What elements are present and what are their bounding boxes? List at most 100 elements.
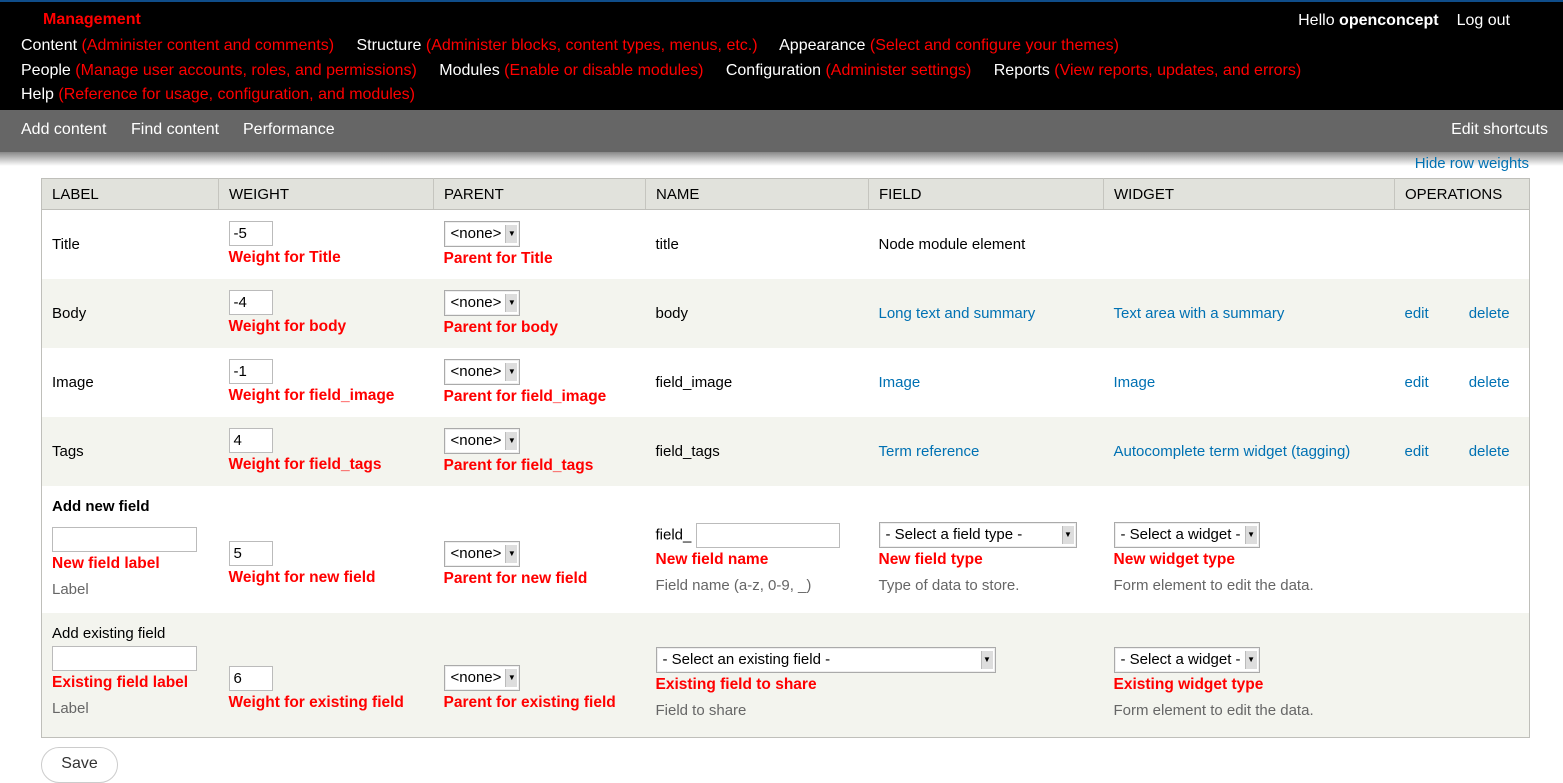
save-button[interactable]: Save <box>41 747 118 783</box>
admin-toolbar: Management Hello openconcept Log out Cont… <box>0 0 1563 110</box>
menu-configuration[interactable]: Configuration (Administer settings) <box>726 62 971 79</box>
parent-select[interactable]: <none> ▼ <box>443 289 521 316</box>
field-type-link[interactable]: Long text and summary <box>879 305 1036 322</box>
col-name: Name <box>645 178 869 210</box>
select-value: <none> <box>450 431 502 449</box>
existing-widget-hint: Form element to edit the data. <box>1113 701 1314 719</box>
existing-parent-label: Parent for existing field <box>443 694 616 712</box>
parent-select[interactable]: <none> ▼ <box>443 358 521 385</box>
greeting: Hello <box>1298 12 1335 29</box>
new-field-name-hint: Field name (a-z, 0-9, _) <box>655 576 812 594</box>
menu-appearance[interactable]: Appearance (Select and configure your th… <box>779 37 1119 54</box>
new-weight-input[interactable]: 5 <box>228 541 273 566</box>
user-menu: Hello openconcept Log out <box>1298 12 1510 30</box>
menu-label: Configuration <box>725 62 822 79</box>
row-field: Node module element <box>868 209 1104 279</box>
shortcut-find-content[interactable]: Find content <box>131 121 219 139</box>
existing-weight-input[interactable]: 6 <box>228 665 273 691</box>
widget-link[interactable]: Autocomplete term widget (tagging) <box>1114 443 1351 460</box>
new-field-label-hint: Label <box>52 580 89 598</box>
shortcut-performance[interactable]: Performance <box>243 121 335 139</box>
row-label: Body <box>41 278 219 348</box>
row-name: body <box>645 278 869 348</box>
management-title: Management <box>43 11 141 28</box>
menu-desc: (Administer blocks, content types, menus… <box>425 37 758 54</box>
edit-link[interactable]: edit <box>1405 305 1429 322</box>
existing-field-label-input[interactable] <box>52 645 197 671</box>
parent-select[interactable]: <none> ▼ <box>443 427 521 454</box>
new-field-label-input[interactable] <box>52 526 197 552</box>
new-weight-label: Weight for new field <box>228 569 376 586</box>
existing-field-select[interactable]: - Select an existing field - ▼ <box>655 646 996 673</box>
menu-content[interactable]: Content (Administer content and comments… <box>21 37 334 54</box>
row-label: Title <box>41 209 219 279</box>
menu-structure[interactable]: Structure (Administer blocks, content ty… <box>357 37 758 54</box>
weight-label: Weight for field_tags <box>228 456 382 473</box>
menu-help[interactable]: Help (Reference for usage, configuration… <box>21 86 415 103</box>
menu-label: Reports <box>993 62 1050 79</box>
username-link[interactable]: openconcept <box>1339 12 1439 29</box>
dropdown-arrow-icon: ▼ <box>505 544 518 563</box>
weight-label: Weight for field_image <box>228 387 395 404</box>
table-header: Label Weight Parent Name Field Widget Op… <box>41 178 1530 210</box>
new-parent-select[interactable]: <none> ▼ <box>443 540 521 567</box>
fields-table: Label Weight Parent Name Field Widget Op… <box>41 178 1530 738</box>
add-new-field-row: Add new field New field label Label 5 Weigh… <box>41 485 1530 613</box>
existing-field-hint: Field to share <box>655 701 747 719</box>
edit-shortcuts-link[interactable]: Edit shortcuts <box>1451 121 1548 139</box>
dropdown-arrow-icon: ▼ <box>1061 526 1074 544</box>
new-widget-label: New widget type <box>1113 551 1235 568</box>
weight-input[interactable]: -5 <box>228 221 273 247</box>
weight-input[interactable]: 4 <box>228 428 273 453</box>
menu-modules[interactable]: Modules (Enable or disable modules) <box>439 62 703 79</box>
menu-desc: (Enable or disable modules) <box>504 62 704 79</box>
add-existing-field-row: Add existing field Existing field label La… <box>41 612 1530 738</box>
select-value: <none> <box>450 224 502 242</box>
shortcuts-bar: Add content Find content Performance Edi… <box>0 110 1563 152</box>
field-type-select[interactable]: - Select a field type - ▼ <box>878 522 1077 548</box>
new-widget-select[interactable]: - Select a widget - ▼ <box>1113 522 1260 548</box>
menu-label: People <box>21 62 71 79</box>
shortcut-add-content[interactable]: Add content <box>21 121 106 139</box>
widget-link[interactable]: Image <box>1114 374 1156 391</box>
dropdown-arrow-icon: ▼ <box>505 669 518 688</box>
delete-link[interactable]: delete <box>1469 305 1510 322</box>
hide-row-weights-link[interactable]: Hide row weights <box>1415 155 1529 172</box>
edit-link[interactable]: edit <box>1405 443 1429 460</box>
dropdown-arrow-icon: ▼ <box>505 224 518 243</box>
existing-widget-select[interactable]: - Select a widget - ▼ <box>1113 646 1260 673</box>
logout-link[interactable]: Log out <box>1457 12 1510 29</box>
dropdown-arrow-icon: ▼ <box>1244 526 1257 544</box>
row-name: title <box>645 209 869 279</box>
existing-field-label: Existing field to share <box>655 675 817 693</box>
widget-link[interactable]: Text area with a summary <box>1114 305 1285 322</box>
existing-parent-select[interactable]: <none> ▼ <box>443 665 521 692</box>
menu-people[interactable]: People (Manage user accounts, roles, and… <box>21 62 417 79</box>
existing-field-label-label: Existing field label <box>52 673 189 691</box>
col-label: Label <box>41 178 219 210</box>
field-type-link[interactable]: Image <box>879 374 921 391</box>
menu-reports[interactable]: Reports (View reports, updates, and erro… <box>994 62 1301 79</box>
weight-label: Weight for Title <box>228 249 341 267</box>
new-widget-hint: Form element to edit the data. <box>1113 577 1314 594</box>
select-value: <none> <box>450 293 502 311</box>
col-parent: Parent <box>433 178 646 210</box>
row-label: Image <box>41 347 219 417</box>
edit-link[interactable]: edit <box>1405 374 1429 391</box>
delete-link[interactable]: delete <box>1469 443 1510 460</box>
parent-select[interactable]: <none> ▼ <box>443 220 521 247</box>
weight-input[interactable]: -1 <box>228 359 273 384</box>
col-weight: Weight <box>218 178 434 210</box>
menu-label: Structure <box>356 37 422 54</box>
new-field-type-label: New field type <box>878 551 983 568</box>
field-type-link[interactable]: Term reference <box>879 443 980 460</box>
add-new-field-title: Add new field <box>52 497 150 515</box>
col-operations: Operations <box>1394 178 1530 210</box>
weight-input[interactable]: -4 <box>228 290 273 315</box>
table-row: Tags 4 Weight for field_tags <none> ▼ Paren… <box>41 416 1530 486</box>
select-value: - Select a field type - <box>885 526 1023 543</box>
new-field-name-input[interactable] <box>695 522 840 548</box>
menu-label: Help <box>21 86 54 103</box>
menu-label: Appearance <box>779 37 866 54</box>
delete-link[interactable]: delete <box>1469 374 1510 391</box>
